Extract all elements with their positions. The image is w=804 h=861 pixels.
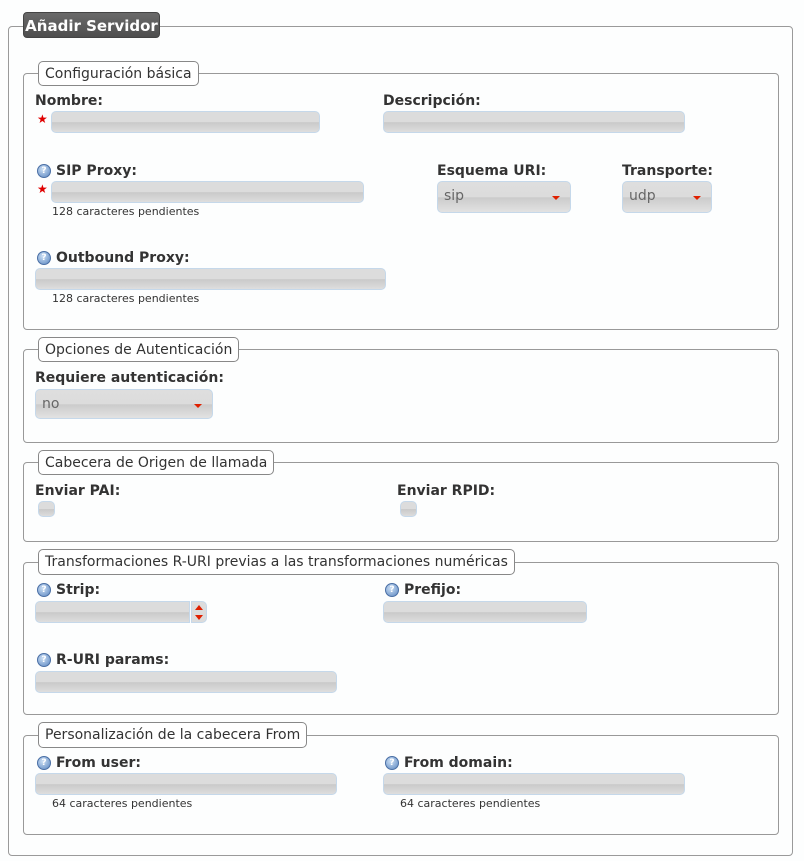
sip-proxy-input[interactable]: [51, 181, 364, 203]
help-icon[interactable]: ?: [385, 583, 399, 597]
outbound-proxy-hint: 128 caracteres pendientes: [52, 292, 200, 305]
enviar-rpid-label: Enviar RPID:: [397, 483, 496, 499]
ruri-legend: Transformaciones R-URI previas a las tra…: [38, 549, 515, 575]
dropdown-arrow-icon: [693, 196, 701, 200]
requiere-auth-select[interactable]: no: [35, 389, 213, 419]
from-user-hint: 64 caracteres pendientes: [52, 797, 193, 810]
descripcion-label: Descripción:: [383, 93, 481, 109]
dropdown-arrow-icon: [552, 196, 560, 200]
strip-spinner[interactable]: [191, 601, 207, 623]
from-domain-hint: 64 caracteres pendientes: [400, 797, 541, 810]
from-user-input[interactable]: [35, 773, 337, 795]
dropdown-arrow-icon: [194, 404, 202, 408]
nombre-input[interactable]: [51, 111, 320, 133]
help-icon[interactable]: ?: [37, 164, 51, 178]
enviar-pai-checkbox[interactable]: [38, 501, 55, 517]
nombre-label: Nombre:: [35, 93, 103, 109]
from-domain-label: From domain:: [404, 755, 513, 771]
required-star-icon: ★: [37, 182, 48, 196]
help-icon[interactable]: ?: [37, 756, 51, 770]
transporte-value: udp: [629, 188, 656, 204]
strip-input[interactable]: [35, 601, 190, 623]
descripcion-input[interactable]: [383, 111, 685, 133]
requiere-auth-value: no: [42, 396, 60, 412]
prefijo-input[interactable]: [383, 601, 587, 623]
from-header-legend: Personalización de la cabecera From: [38, 722, 308, 748]
outbound-proxy-label: Outbound Proxy:: [56, 250, 190, 266]
prefijo-label: Prefijo:: [404, 582, 462, 598]
esquema-uri-value: sip: [444, 188, 465, 204]
spinner-down-icon[interactable]: [195, 615, 203, 620]
from-user-label: From user:: [56, 755, 141, 771]
required-star-icon: ★: [37, 112, 48, 126]
from-domain-input[interactable]: [383, 773, 685, 795]
help-icon[interactable]: ?: [385, 756, 399, 770]
requiere-auth-label: Requiere autenticación:: [35, 370, 224, 386]
ruri-params-input[interactable]: [35, 671, 337, 693]
page-title: Añadir Servidor: [23, 12, 160, 38]
ruri-params-label: R-URI params:: [56, 652, 170, 668]
transporte-label: Transporte:: [622, 163, 713, 179]
enviar-pai-label: Enviar PAI:: [35, 483, 121, 499]
esquema-uri-select[interactable]: sip: [437, 181, 571, 213]
enviar-rpid-checkbox[interactable]: [400, 501, 417, 517]
esquema-uri-label: Esquema URI:: [437, 163, 547, 179]
help-icon[interactable]: ?: [37, 251, 51, 265]
sip-proxy-label: SIP Proxy:: [56, 163, 137, 179]
sip-proxy-hint: 128 caracteres pendientes: [52, 205, 200, 218]
help-icon[interactable]: ?: [37, 653, 51, 667]
spinner-up-icon[interactable]: [195, 605, 203, 610]
auth-legend: Opciones de Autenticación: [38, 337, 240, 362]
transporte-select[interactable]: udp: [622, 181, 712, 213]
strip-label: Strip:: [56, 582, 101, 598]
outbound-proxy-input[interactable]: [35, 268, 386, 290]
help-icon[interactable]: ?: [37, 583, 51, 597]
basic-config-legend: Configuración básica: [38, 61, 199, 86]
caller-header-legend: Cabecera de Origen de llamada: [38, 450, 275, 475]
